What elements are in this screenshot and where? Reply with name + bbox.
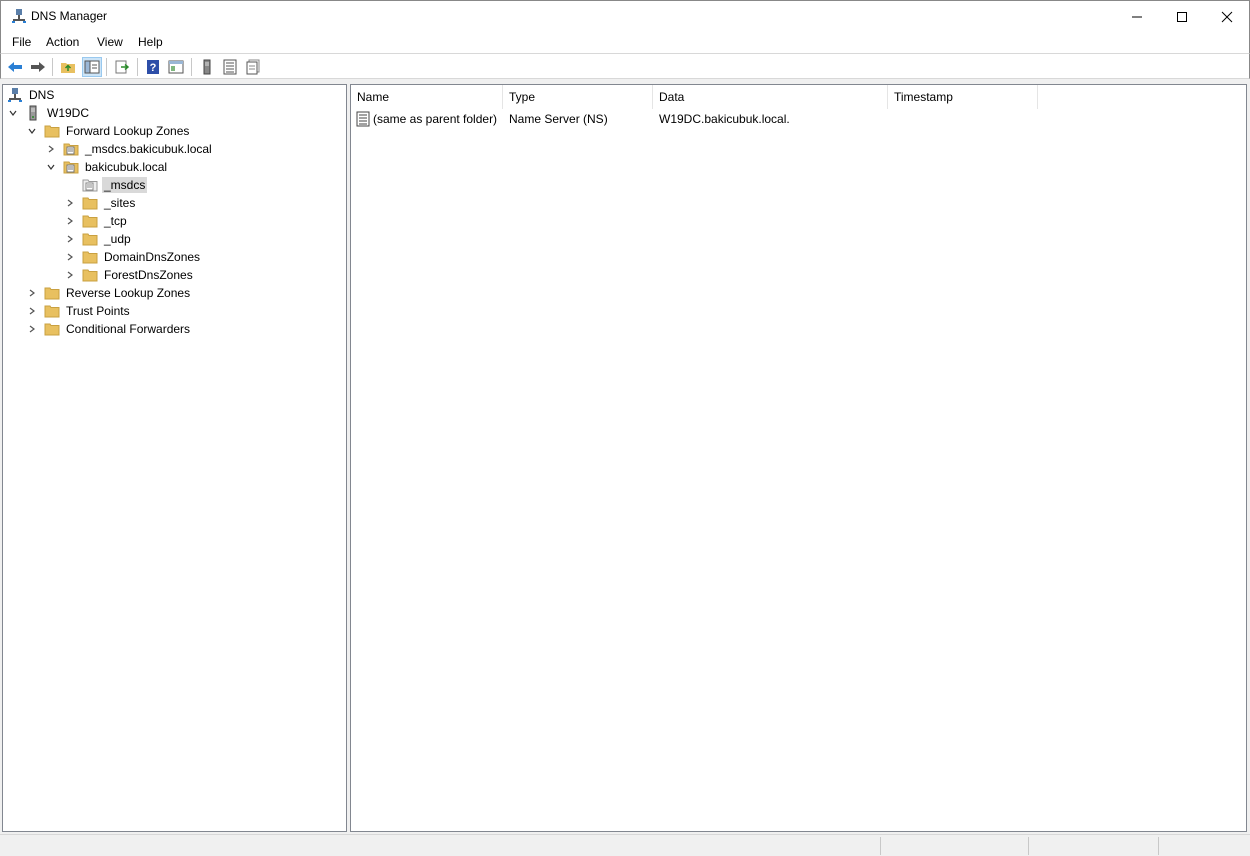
tree-label: DNS bbox=[29, 88, 55, 102]
status-segment bbox=[880, 837, 1028, 855]
menu-help[interactable]: Help bbox=[138, 35, 163, 49]
tree-label: W19DC bbox=[47, 106, 90, 120]
chevron-right-icon[interactable] bbox=[26, 305, 38, 317]
chevron-right-icon[interactable] bbox=[45, 143, 57, 155]
svg-text:?: ? bbox=[150, 62, 157, 74]
tree-label: _msdcs.bakicubuk.local bbox=[85, 142, 212, 156]
status-bar bbox=[0, 834, 1250, 856]
dns-manager-icon bbox=[11, 8, 27, 24]
menu-bar: File Action View Help bbox=[0, 31, 1250, 53]
toolbar-separator bbox=[137, 58, 138, 76]
tree-item-folder-sites[interactable]: _sites bbox=[64, 194, 137, 212]
title-bar: DNS Manager bbox=[0, 0, 1250, 31]
chevron-right-icon[interactable] bbox=[26, 323, 38, 335]
column-header-data[interactable]: Data bbox=[653, 85, 888, 109]
tree-item-folder-udp[interactable]: _udp bbox=[64, 230, 133, 248]
chevron-down-icon[interactable] bbox=[45, 161, 57, 173]
folder-icon bbox=[44, 285, 60, 301]
console-tree: DNS W19DC Forward Lookup Zones _msdcs.ba… bbox=[2, 84, 347, 832]
chevron-right-icon[interactable] bbox=[64, 251, 76, 263]
record-data: W19DC.bakicubuk.local. bbox=[659, 112, 790, 126]
help-icon[interactable]: ? bbox=[143, 57, 163, 77]
back-arrow-icon[interactable] bbox=[5, 57, 25, 77]
folder-icon bbox=[82, 231, 98, 247]
folder-icon bbox=[44, 123, 60, 139]
tree-label: Reverse Lookup Zones bbox=[66, 286, 191, 300]
server-icon bbox=[25, 105, 41, 121]
tree-label: Trust Points bbox=[66, 304, 130, 318]
tree-label: _udp bbox=[104, 232, 131, 246]
column-header-timestamp[interactable]: Timestamp bbox=[888, 85, 1038, 109]
show-hide-tree-icon[interactable] bbox=[82, 57, 102, 77]
tree-label: _sites bbox=[104, 196, 136, 210]
chevron-down-icon[interactable] bbox=[26, 125, 38, 137]
close-button[interactable] bbox=[1204, 1, 1250, 32]
folder-icon bbox=[82, 267, 98, 283]
dns-icon bbox=[7, 87, 23, 103]
folder-icon bbox=[44, 321, 60, 337]
tree-label: _tcp bbox=[104, 214, 127, 228]
chevron-down-icon[interactable] bbox=[7, 107, 19, 119]
tree-item-server[interactable]: W19DC bbox=[7, 104, 91, 122]
tree-label: _msdcs bbox=[102, 177, 148, 193]
tree-item-folder-domaindnszones[interactable]: DomainDnsZones bbox=[64, 248, 202, 266]
zone-icon bbox=[63, 141, 79, 157]
chevron-right-icon[interactable] bbox=[64, 215, 76, 227]
minimize-button[interactable] bbox=[1114, 1, 1160, 32]
toolbar-separator bbox=[52, 58, 53, 76]
chevron-right-icon[interactable] bbox=[64, 233, 76, 245]
menu-file[interactable]: File bbox=[12, 35, 31, 49]
delegated-zone-icon bbox=[82, 177, 98, 193]
tree-item-forward-lookup-zones[interactable]: Forward Lookup Zones bbox=[26, 122, 191, 140]
forward-arrow-icon[interactable] bbox=[28, 57, 48, 77]
tree-item-folder-msdcs[interactable]: _msdcs bbox=[82, 176, 148, 194]
record-icon bbox=[355, 111, 371, 127]
list-view-icon[interactable] bbox=[220, 57, 240, 77]
zone-icon bbox=[63, 159, 79, 175]
results-list: Name Type Data Timestamp (same as parent… bbox=[350, 84, 1247, 832]
tree-label: Conditional Forwarders bbox=[66, 322, 191, 336]
tree-item-reverse-lookup-zones[interactable]: Reverse Lookup Zones bbox=[26, 284, 192, 302]
tree-item-folder-tcp[interactable]: _tcp bbox=[64, 212, 129, 230]
tree-item-zone-bakicubuk[interactable]: bakicubuk.local bbox=[45, 158, 169, 176]
server-icon[interactable] bbox=[197, 57, 217, 77]
folder-icon bbox=[82, 249, 98, 265]
record-name-cell: (same as parent folder) bbox=[355, 110, 497, 128]
status-segment bbox=[1028, 837, 1158, 855]
folder-icon bbox=[82, 195, 98, 211]
tree-item-conditional-forwarders[interactable]: Conditional Forwarders bbox=[26, 320, 192, 338]
tree-item-zone-msdcs-bakicubuk[interactable]: _msdcs.bakicubuk.local bbox=[45, 140, 214, 158]
tree-label: bakicubuk.local bbox=[85, 160, 168, 174]
tree-label: DomainDnsZones bbox=[104, 250, 201, 264]
toolbar: ? bbox=[0, 53, 1250, 79]
column-header-type[interactable]: Type bbox=[503, 85, 653, 109]
folder-icon bbox=[44, 303, 60, 319]
chevron-right-icon[interactable] bbox=[64, 197, 76, 209]
maximize-button[interactable] bbox=[1159, 1, 1205, 32]
record-name: (same as parent folder) bbox=[373, 112, 498, 126]
console-view-icon[interactable] bbox=[166, 57, 186, 77]
tree-item-dns[interactable]: DNS bbox=[7, 86, 56, 104]
tree-item-folder-forestdnszones[interactable]: ForestDnsZones bbox=[64, 266, 195, 284]
up-folder-icon[interactable] bbox=[58, 57, 78, 77]
properties-icon[interactable] bbox=[243, 57, 263, 77]
toolbar-separator bbox=[106, 58, 107, 76]
toolbar-separator bbox=[191, 58, 192, 76]
folder-icon bbox=[82, 213, 98, 229]
column-header-name[interactable]: Name bbox=[351, 85, 503, 109]
tree-label: Forward Lookup Zones bbox=[66, 124, 190, 138]
status-segment bbox=[1158, 837, 1248, 855]
chevron-right-icon[interactable] bbox=[64, 269, 76, 281]
tree-label: ForestDnsZones bbox=[104, 268, 193, 282]
tree-item-trust-points[interactable]: Trust Points bbox=[26, 302, 132, 320]
menu-view[interactable]: View bbox=[97, 35, 123, 49]
export-list-icon[interactable] bbox=[112, 57, 132, 77]
record-type: Name Server (NS) bbox=[509, 112, 608, 126]
window-title: DNS Manager bbox=[31, 9, 108, 23]
menu-action[interactable]: Action bbox=[46, 35, 79, 49]
chevron-right-icon[interactable] bbox=[26, 287, 38, 299]
